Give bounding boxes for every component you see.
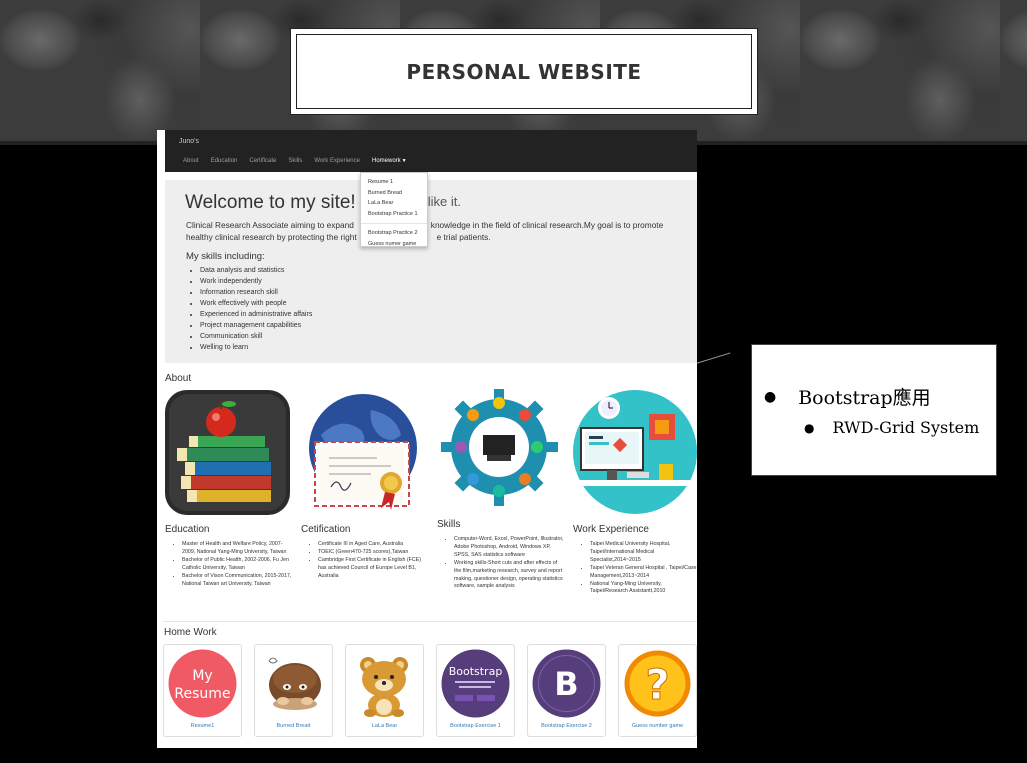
education-list: Master of Health and Welfare Policy, 200…	[174, 541, 292, 588]
bootstrap-2-image: B	[532, 649, 601, 718]
jumbotron-intro: Clinical Research Associate aiming to ex…	[186, 219, 686, 243]
dropdown-item[interactable]: Bootstrap Practice 1	[361, 209, 427, 220]
intro-line1-tail: d knowledge in the field of clinical res…	[423, 220, 664, 230]
bootstrap-art-text: Bootstrap	[449, 665, 503, 678]
navbar-brand[interactable]: Juno's	[179, 138, 199, 145]
homework-thumbnail-lala-bear[interactable]: LaLa Bear	[345, 644, 424, 737]
website-screenshot: Juno's About Education Certificate Skill…	[157, 130, 697, 748]
dropdown-divider	[361, 223, 427, 224]
dropdown-item[interactable]: LaLa Bear	[361, 198, 427, 209]
nav-homework-dropdown[interactable]: Homework▼	[372, 158, 407, 164]
question-mark-icon: ?	[624, 650, 691, 717]
certification-title: Cetification	[301, 524, 351, 535]
list-item: Work independently	[200, 276, 312, 287]
bootstrap-b-text: B	[554, 665, 578, 703]
bootstrap-1-image: Bootstrap	[441, 649, 510, 718]
homework-thumbnail-bootstrap-2[interactable]: B Bootstrap Exercise 2	[527, 644, 606, 737]
question-mark-text: ?	[645, 660, 669, 709]
list-item: Cambridge First Certificate in English (…	[318, 557, 428, 581]
dropdown-item[interactable]: Burned Bread	[361, 188, 427, 199]
homework-thumbnail-guess-number[interactable]: ? Guess number game	[618, 644, 697, 737]
lala-bear-image	[360, 657, 408, 717]
thumbnail-caption[interactable]: Bootstrap Exercise 1	[437, 723, 514, 729]
nav-about[interactable]: About	[183, 158, 199, 164]
thumbnail-caption[interactable]: LaLa Bear	[346, 723, 423, 729]
list-item: Certificate III in Aged Care, Australia	[318, 541, 428, 549]
thumbnail-caption[interactable]: Bootstrap Exercise 2	[528, 723, 605, 729]
list-item: Welling to learn	[200, 342, 312, 353]
homework-thumbnail-burned-bread[interactable]: Burned Bread	[254, 644, 333, 737]
callout-level2-text: RWD-Grid System	[832, 418, 980, 437]
thumbnail-caption[interactable]: Guess number game	[619, 723, 696, 729]
list-item: Communication skill	[200, 331, 312, 342]
certificate-globe-image	[309, 394, 417, 510]
list-item: Taipei Veteran General Hospital , Taipei…	[590, 565, 697, 581]
list-item: Master of Health and Welfare Policy, 200…	[182, 541, 292, 557]
callout-level1-text: Bootstrap應用	[798, 387, 931, 409]
intro-line2-tail: e trial patients.	[436, 232, 491, 242]
resume-art-text: Resume	[174, 686, 230, 702]
nav-homework-label: Homework	[371, 158, 401, 164]
work-desk-image	[573, 390, 697, 514]
navbar: Juno's About Education Certificate Skill…	[165, 130, 697, 172]
list-item: Information research skill	[200, 287, 312, 298]
list-item: National Yang-Ming University, Taipei/Re…	[590, 581, 697, 597]
homework-thumbnail-resume[interactable]: My Resume Resume1	[163, 644, 242, 737]
slide-title-box: PERSONAL WEBSITE	[290, 28, 758, 115]
callout-box: ● Bootstrap應用 ● RWD-Grid System	[751, 344, 997, 476]
nav-education[interactable]: Education	[211, 158, 238, 164]
jumbotron-title-text: Welcome to my site!	[185, 192, 356, 213]
dropdown-item[interactable]: Resume 1	[361, 177, 427, 188]
caret-down-icon: ▼	[401, 158, 407, 164]
list-item: Experienced in administrative affairs	[200, 309, 312, 320]
thumbnail-caption[interactable]: Resume1	[164, 723, 241, 729]
slide-title: PERSONAL WEBSITE	[406, 59, 642, 84]
list-item: Working skills-Short cuts and after effe…	[454, 560, 564, 592]
list-item: Bachelor of Vison Communication, 2015-20…	[182, 573, 292, 589]
homework-dropdown-menu: Resume 1 Burned Bread LaLa Bear Bootstra…	[360, 172, 428, 247]
education-title: Education	[165, 524, 210, 535]
certification-list: Certificate III in Aged Care, Australia …	[310, 541, 428, 581]
skills-title: Skills	[437, 519, 461, 530]
bullet-icon: ●	[764, 388, 777, 405]
about-heading: About	[165, 373, 192, 384]
dropdown-item[interactable]: Bootstrap Practice 2	[361, 228, 427, 239]
skills-gear-image	[441, 389, 558, 506]
skills-list-card: Computer-Word, Excel, PowerPoint, Illust…	[446, 536, 564, 591]
homework-thumbnail-bootstrap-1[interactable]: Bootstrap Bootstrap Exercise 1	[436, 644, 515, 737]
callout-bullet-level2: ● RWD-Grid System	[804, 418, 986, 437]
intro-line2: healthy clinical research by protecting …	[186, 232, 357, 242]
burned-bread-image	[268, 657, 321, 710]
jumbotron: Welcome to my site! like it. Clinical Res…	[165, 180, 697, 363]
nav-work-experience[interactable]: Work Experience	[314, 158, 360, 164]
list-item: Computer-Word, Excel, PowerPoint, Illust…	[454, 536, 564, 560]
thumbnail-caption[interactable]: Burned Bread	[255, 723, 332, 729]
work-experience-list: Taipei Medical University Hospital, Taip…	[582, 541, 697, 596]
list-item: Bachelor of Public Health, 2002-2006, Fu…	[182, 557, 292, 573]
books-apple-image	[165, 390, 290, 515]
homework-heading: Home Work	[164, 627, 217, 638]
dropdown-item[interactable]: Guess numer game	[361, 239, 427, 250]
list-item: TOEIC (Green470-725 scores),Taiwan	[318, 549, 428, 557]
nav-certificate[interactable]: Certificate	[249, 158, 276, 164]
list-item: Taipei Medical University Hospital, Taip…	[590, 541, 697, 565]
list-item: Work effectively with people	[200, 298, 312, 309]
section-divider	[163, 621, 697, 622]
nav-skills[interactable]: Skills	[288, 158, 302, 164]
intro-line1: Clinical Research Associate aiming to ex…	[186, 220, 354, 230]
resume-image: My Resume	[168, 649, 237, 718]
work-experience-title: Work Experience	[573, 524, 649, 535]
list-item: Project management capabilities	[200, 320, 312, 331]
resume-art-text: My	[192, 668, 212, 684]
jumbotron-title-tail: like it.	[427, 194, 461, 209]
callout-bullet-level1: ● Bootstrap應用	[764, 383, 986, 410]
nav-links: About Education Certificate Skills Work …	[183, 158, 419, 164]
bullet-icon: ●	[804, 420, 815, 435]
skills-list: Data analysis and statistics Work indepe…	[200, 265, 312, 353]
skills-heading: My skills including:	[186, 251, 265, 262]
list-item: Data analysis and statistics	[200, 265, 312, 276]
